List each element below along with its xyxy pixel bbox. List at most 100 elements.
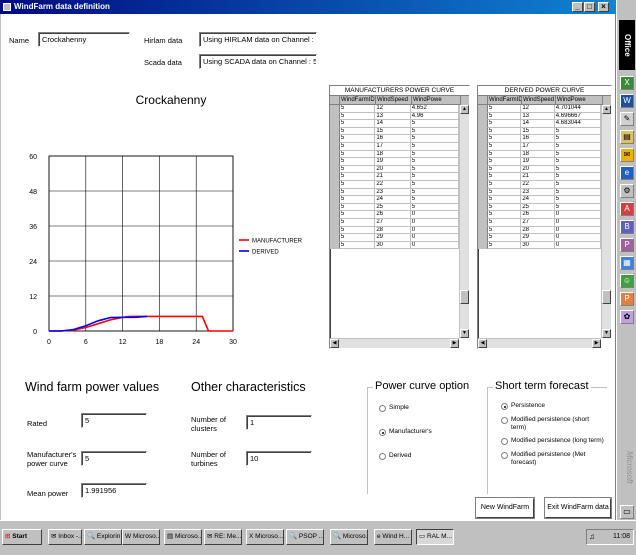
- table-cell[interactable]: 5: [410, 127, 459, 136]
- table-cell[interactable]: 5: [554, 203, 601, 212]
- table-cell[interactable]: 5: [487, 226, 522, 235]
- access-icon[interactable]: A: [620, 202, 634, 216]
- table-row[interactable]: 5 12 4.701044: [478, 105, 601, 113]
- table-cell[interactable]: 5: [487, 135, 522, 143]
- table-cell[interactable]: 0: [410, 241, 459, 250]
- table-cell[interactable]: 12: [521, 105, 555, 113]
- radio-option[interactable]: Modified persistence (short term): [501, 416, 605, 431]
- table-cell[interactable]: 5: [554, 173, 601, 181]
- row-selector[interactable]: [330, 150, 340, 159]
- table-cell[interactable]: 23: [521, 188, 555, 197]
- row-selector[interactable]: [330, 218, 340, 227]
- table-cell[interactable]: 5: [339, 135, 376, 143]
- table-cell[interactable]: 20: [375, 165, 411, 174]
- table-cell[interactable]: 15: [521, 127, 555, 136]
- minimize-button[interactable]: _: [572, 2, 583, 12]
- table-cell[interactable]: 5: [554, 135, 601, 143]
- table-row[interactable]: 5 28 0: [330, 226, 459, 235]
- table-cell[interactable]: 5: [487, 196, 522, 204]
- table-cell[interactable]: 22: [375, 180, 411, 189]
- row-selector[interactable]: [478, 188, 488, 197]
- table-cell[interactable]: 4.683044: [554, 120, 601, 128]
- row-selector[interactable]: [478, 127, 488, 136]
- table-row[interactable]: 5 14 5: [330, 120, 459, 128]
- table-cell[interactable]: 5: [554, 142, 601, 151]
- row-selector[interactable]: [478, 241, 488, 250]
- table-cell[interactable]: 5: [554, 188, 601, 197]
- table-cell[interactable]: 5: [410, 158, 459, 166]
- table-cell[interactable]: 18: [375, 150, 411, 159]
- manufacturers-vertical-scrollbar[interactable]: ▲ ▼: [459, 105, 469, 338]
- table-cell[interactable]: 29: [521, 234, 555, 242]
- taskbar-task[interactable]: e Wind H...: [374, 529, 412, 545]
- scroll-thumb[interactable]: [602, 290, 611, 304]
- table-row[interactable]: 5 18 5: [330, 150, 459, 159]
- table-cell[interactable]: 5: [339, 158, 376, 166]
- table-cell[interactable]: 30: [375, 241, 411, 250]
- publisher-icon[interactable]: P: [620, 238, 634, 252]
- table-cell[interactable]: 5: [339, 150, 376, 159]
- taskbar-task[interactable]: ✉ RE: Me...: [204, 529, 242, 545]
- table-cell[interactable]: 4.96: [410, 112, 459, 121]
- row-selector[interactable]: [478, 211, 488, 219]
- table-cell[interactable]: 16: [375, 135, 411, 143]
- table-cell[interactable]: 5: [487, 120, 522, 128]
- derived-horizontal-scrollbar[interactable]: ◀ ▶: [478, 338, 601, 348]
- row-selector[interactable]: [330, 142, 340, 151]
- column-header-windspeed[interactable]: WindSpeed: [522, 96, 556, 105]
- start-button[interactable]: ⊞ Start: [2, 529, 42, 545]
- table-cell[interactable]: 0: [410, 226, 459, 235]
- row-selector[interactable]: [478, 196, 488, 204]
- word-icon[interactable]: W: [620, 94, 634, 108]
- table-cell[interactable]: 27: [521, 218, 555, 227]
- table-cell[interactable]: 5: [554, 158, 601, 166]
- table-row[interactable]: 5 21 5: [478, 173, 601, 181]
- table-row[interactable]: 5 24 5: [478, 196, 601, 204]
- table-row[interactable]: 5 27 0: [478, 218, 601, 227]
- radio-button[interactable]: [501, 417, 508, 424]
- row-selector[interactable]: [330, 127, 340, 136]
- table-cell[interactable]: 4.696667: [554, 112, 601, 121]
- table-cell[interactable]: 27: [375, 218, 411, 227]
- row-selector[interactable]: [478, 234, 488, 242]
- row-selector[interactable]: [478, 173, 488, 181]
- table-row[interactable]: 5 15 5: [478, 127, 601, 136]
- table-cell[interactable]: 5: [339, 218, 376, 227]
- scroll-down-icon[interactable]: ▼: [602, 329, 611, 338]
- radio-option[interactable]: Simple: [379, 404, 432, 412]
- table-cell[interactable]: 21: [521, 173, 555, 181]
- contact-icon[interactable]: ☺: [620, 274, 634, 288]
- table-cell[interactable]: 15: [375, 127, 411, 136]
- row-selector[interactable]: [478, 165, 488, 174]
- table-cell[interactable]: 0: [410, 218, 459, 227]
- radio-option[interactable]: Persistence: [501, 402, 605, 410]
- table-row[interactable]: 5 12 4.652: [330, 105, 459, 113]
- office-tool-icon[interactable]: ✎: [620, 112, 634, 126]
- table-cell[interactable]: 13: [521, 112, 555, 121]
- table-row[interactable]: 5 29 0: [478, 234, 601, 242]
- table-row[interactable]: 5 13 4.96: [330, 112, 459, 121]
- table-cell[interactable]: 5: [554, 196, 601, 204]
- table-cell[interactable]: 5: [339, 165, 376, 174]
- table-row[interactable]: 5 14 4.683044: [478, 120, 601, 128]
- table-cell[interactable]: 24: [521, 196, 555, 204]
- scroll-thumb[interactable]: [460, 290, 469, 304]
- table-row[interactable]: 5 23 5: [330, 188, 459, 197]
- table-cell[interactable]: 5: [339, 188, 376, 197]
- app-icon[interactable]: [3, 3, 11, 11]
- row-selector[interactable]: [330, 105, 340, 113]
- table-cell[interactable]: 16: [521, 135, 555, 143]
- table-cell[interactable]: 5: [339, 196, 376, 204]
- table-row[interactable]: 5 30 0: [478, 241, 601, 250]
- table-cell[interactable]: 5: [410, 180, 459, 189]
- rated-field[interactable]: 5: [81, 413, 147, 428]
- maximize-button[interactable]: □: [584, 2, 595, 12]
- paint-icon[interactable]: ✿: [620, 310, 634, 324]
- row-selector[interactable]: [478, 112, 488, 121]
- table-row[interactable]: 5 23 5: [478, 188, 601, 197]
- row-selector[interactable]: [478, 180, 488, 189]
- table-cell[interactable]: 5: [487, 142, 522, 151]
- row-selector[interactable]: [330, 196, 340, 204]
- table-row[interactable]: 5 19 5: [478, 158, 601, 166]
- tray-icon[interactable]: ♫: [589, 532, 595, 541]
